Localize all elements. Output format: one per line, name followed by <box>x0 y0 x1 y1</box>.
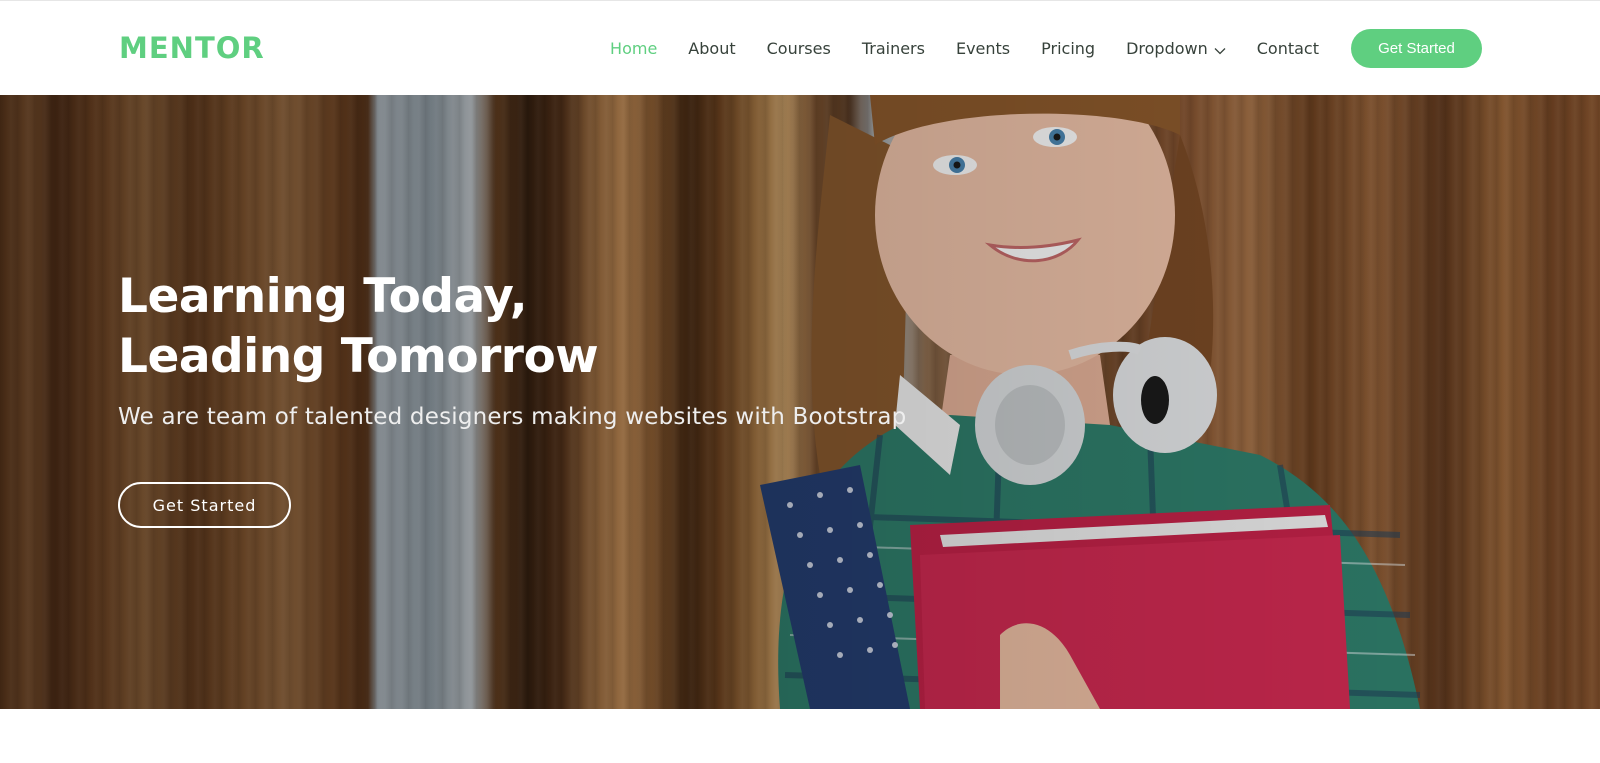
hero-subtitle: We are team of talented designers making… <box>118 404 907 430</box>
nav-courses[interactable]: Courses <box>767 39 831 58</box>
chevron-down-icon <box>1214 40 1226 59</box>
page: MENTOR Home About Courses Trainers Event… <box>0 0 1600 763</box>
header-get-started-button[interactable]: Get Started <box>1351 28 1482 68</box>
nav-dropdown[interactable]: Dropdown <box>1126 38 1226 59</box>
hero-title-line-2: Leading Tomorrow <box>118 329 599 384</box>
nav-dropdown-label: Dropdown <box>1126 38 1208 58</box>
logo[interactable]: MENTOR <box>119 33 265 63</box>
hero-get-started-button[interactable]: Get Started <box>118 482 291 528</box>
nav-about[interactable]: About <box>688 39 735 58</box>
nav-contact[interactable]: Contact <box>1257 39 1319 58</box>
nav-pricing[interactable]: Pricing <box>1041 39 1095 58</box>
hero-title: Learning Today, Leading Tomorrow <box>118 267 906 387</box>
hero-section: Learning Today, Leading Tomorrow We are … <box>0 95 1600 709</box>
main-nav: Home About Courses Trainers Events Prici… <box>610 38 1319 59</box>
nav-home[interactable]: Home <box>610 39 657 58</box>
site-header: MENTOR Home About Courses Trainers Event… <box>0 0 1600 95</box>
hero-title-line-1: Learning Today, <box>118 269 528 324</box>
hero-content: Learning Today, Leading Tomorrow We are … <box>118 267 906 528</box>
nav-trainers[interactable]: Trainers <box>862 39 925 58</box>
nav-events[interactable]: Events <box>956 39 1010 58</box>
